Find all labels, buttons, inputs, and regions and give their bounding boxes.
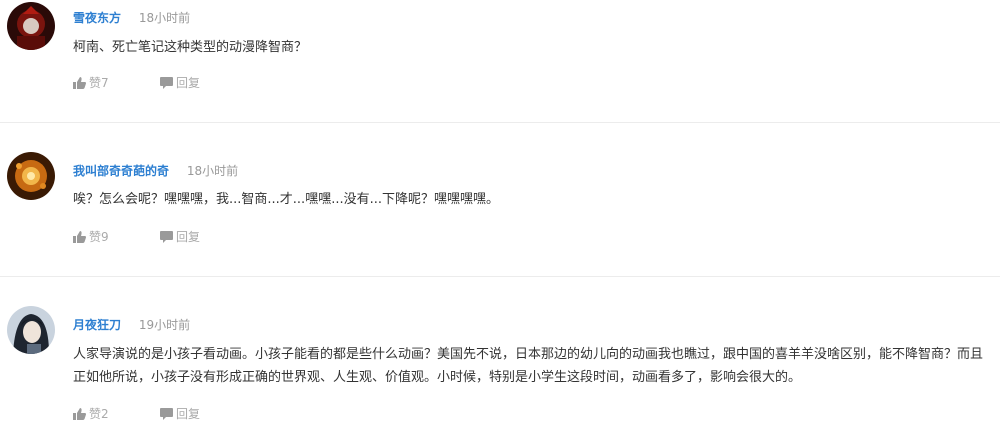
speech-bubble-icon [160,407,173,420]
like-count: 赞2 [89,407,109,421]
comment-actions: 赞9 回复 [73,228,200,246]
username-link[interactable]: 我叫部奇奇葩的奇 [73,164,169,178]
speech-bubble-icon [160,230,173,243]
thumbs-up-icon [73,230,86,243]
comment-text: 人家导演说的是小孩子看动画。小孩子能看的都是些什么动画？美国先不说，日本那边的幼… [73,347,984,385]
like-count: 赞7 [89,76,109,90]
comment-meta: 我叫部奇奇葩的奇 18小时前 [73,162,238,179]
username-link[interactable]: 雪夜东方 [73,11,121,25]
reply-button[interactable]: 回复 [160,74,200,91]
comment-time: 18小时前 [138,11,191,25]
reply-label: 回复 [176,76,201,90]
reply-button[interactable]: 回复 [160,405,200,422]
avatar[interactable] [7,2,55,50]
comment-time: 19小时前 [138,318,191,332]
comment-actions: 赞7 回复 [73,74,200,92]
thumbs-up-icon [73,76,86,89]
comment-item: 月夜狂刀 19小时前 人家导演说的是小孩子看动画。小孩子能看的都是些什么动画？美… [0,276,1000,427]
comment-item: 我叫部奇奇葩的奇 18小时前 唉？怎么会呢？嘿嘿嘿，我...智商...才...嘿… [0,122,1000,277]
like-count: 赞9 [89,230,109,244]
reply-button[interactable]: 回复 [160,228,200,245]
thumbs-up-icon [73,407,86,420]
avatar[interactable] [7,306,55,354]
like-button[interactable]: 赞7 [73,74,109,91]
comment-text: 唉？怎么会呢？嘿嘿嘿，我...智商...才...嘿嘿...没有...下降呢？嘿嘿… [73,192,499,207]
speech-bubble-icon [160,76,173,89]
avatar[interactable] [7,152,55,200]
like-button[interactable]: 赞9 [73,228,109,245]
like-button[interactable]: 赞2 [73,405,109,422]
comment-actions: 赞2 回复 [73,405,200,423]
reply-label: 回复 [176,230,201,244]
username-link[interactable]: 月夜狂刀 [73,318,121,332]
comment-time: 18小时前 [186,164,239,178]
comment-meta: 月夜狂刀 19小时前 [73,316,190,333]
comment-item: 雪夜东方 18小时前 柯南、死亡笔记这种类型的动漫降智商？ 赞7 回复 [0,0,1000,123]
comment-text: 柯南、死亡笔记这种类型的动漫降智商？ [73,40,308,55]
comment-meta: 雪夜东方 18小时前 [73,9,190,26]
reply-label: 回复 [176,407,201,421]
comment-list: 雪夜东方 18小时前 柯南、死亡笔记这种类型的动漫降智商？ 赞7 回复 我叫部奇… [0,0,1000,427]
